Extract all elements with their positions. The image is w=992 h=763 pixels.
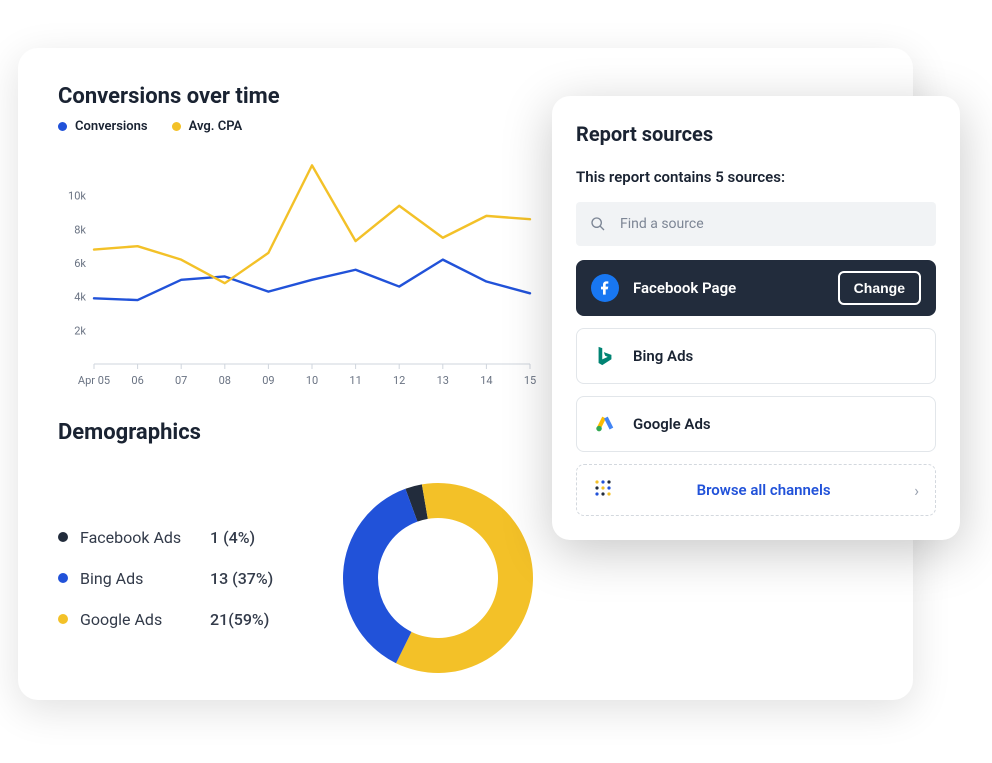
demo-value: 1 (4%) [210, 528, 255, 547]
svg-text:10k: 10k [68, 190, 86, 203]
svg-text:10: 10 [306, 374, 318, 387]
svg-text:07: 07 [175, 374, 187, 387]
legend-dot-dark [58, 532, 68, 542]
legend-item-avg-cpa: Avg. CPA [172, 119, 243, 134]
demo-legend-bing: Bing Ads 13 (37%) [58, 569, 273, 588]
svg-text:8k: 8k [74, 223, 86, 236]
demographics-donut-chart [333, 473, 543, 683]
legend-item-conversions: Conversions [58, 119, 148, 134]
conversions-line-chart: 2k 4k 6k 8k 10k Apr 05 06 07 08 09 10 11 12 13 14 15 [58, 152, 538, 392]
demo-legend-google: Google Ads 21(59%) [58, 610, 273, 629]
svg-text:12: 12 [393, 374, 405, 387]
legend-label: Conversions [75, 119, 148, 134]
report-sources-panel: Report sources This report contains 5 so… [552, 96, 960, 540]
svg-text:2k: 2k [74, 324, 86, 337]
svg-text:06: 06 [131, 374, 143, 387]
legend-dot-blue [58, 573, 68, 583]
source-row-facebook-page[interactable]: Facebook Page Change [576, 260, 936, 316]
svg-text:6k: 6k [74, 257, 86, 270]
source-label: Google Ads [633, 415, 711, 433]
browse-all-channels-button[interactable]: Browse all channels › [576, 464, 936, 516]
source-row-google-ads[interactable]: Google Ads [576, 396, 936, 452]
legend-dot-yellow [172, 122, 181, 131]
search-icon [590, 216, 606, 232]
bing-icon [591, 342, 619, 370]
facebook-icon [591, 274, 619, 302]
demo-value: 21(59%) [210, 610, 269, 629]
legend-dot-yellow [58, 614, 68, 624]
svg-text:13: 13 [437, 374, 449, 387]
demo-legend-facebook: Facebook Ads 1 (4%) [58, 528, 273, 547]
svg-text:08: 08 [219, 374, 231, 387]
sources-title: Report sources [576, 122, 936, 146]
source-row-bing-ads[interactable]: Bing Ads [576, 328, 936, 384]
chevron-right-icon: › [914, 481, 919, 500]
demo-name: Google Ads [80, 610, 210, 629]
svg-text:15: 15 [524, 374, 536, 387]
donut-svg [333, 473, 543, 683]
svg-text:14: 14 [480, 374, 492, 387]
source-label: Facebook Page [633, 279, 736, 297]
svg-text:09: 09 [262, 374, 274, 387]
legend-label: Avg. CPA [189, 119, 243, 134]
demo-name: Bing Ads [80, 569, 210, 588]
source-search-input[interactable]: Find a source [576, 202, 936, 246]
search-placeholder: Find a source [620, 216, 704, 232]
change-source-button[interactable]: Change [838, 271, 921, 305]
demo-value: 13 (37%) [210, 569, 273, 588]
demographics-legend: Facebook Ads 1 (4%) Bing Ads 13 (37%) Go… [58, 528, 273, 629]
source-label: Bing Ads [633, 347, 693, 365]
line-chart-svg: 2k 4k 6k 8k 10k Apr 05 06 07 08 09 10 11 12 13 14 15 [58, 152, 538, 392]
svg-text:Apr 05: Apr 05 [78, 374, 110, 387]
svg-text:11: 11 [349, 374, 361, 387]
browse-label: Browse all channels [613, 481, 914, 499]
sources-subtitle: This report contains 5 sources: [576, 168, 936, 186]
legend-dot-blue [58, 122, 67, 131]
svg-text:4k: 4k [74, 291, 86, 304]
channels-grid-icon [593, 478, 613, 502]
google-ads-icon [591, 410, 619, 438]
demo-name: Facebook Ads [80, 528, 210, 547]
